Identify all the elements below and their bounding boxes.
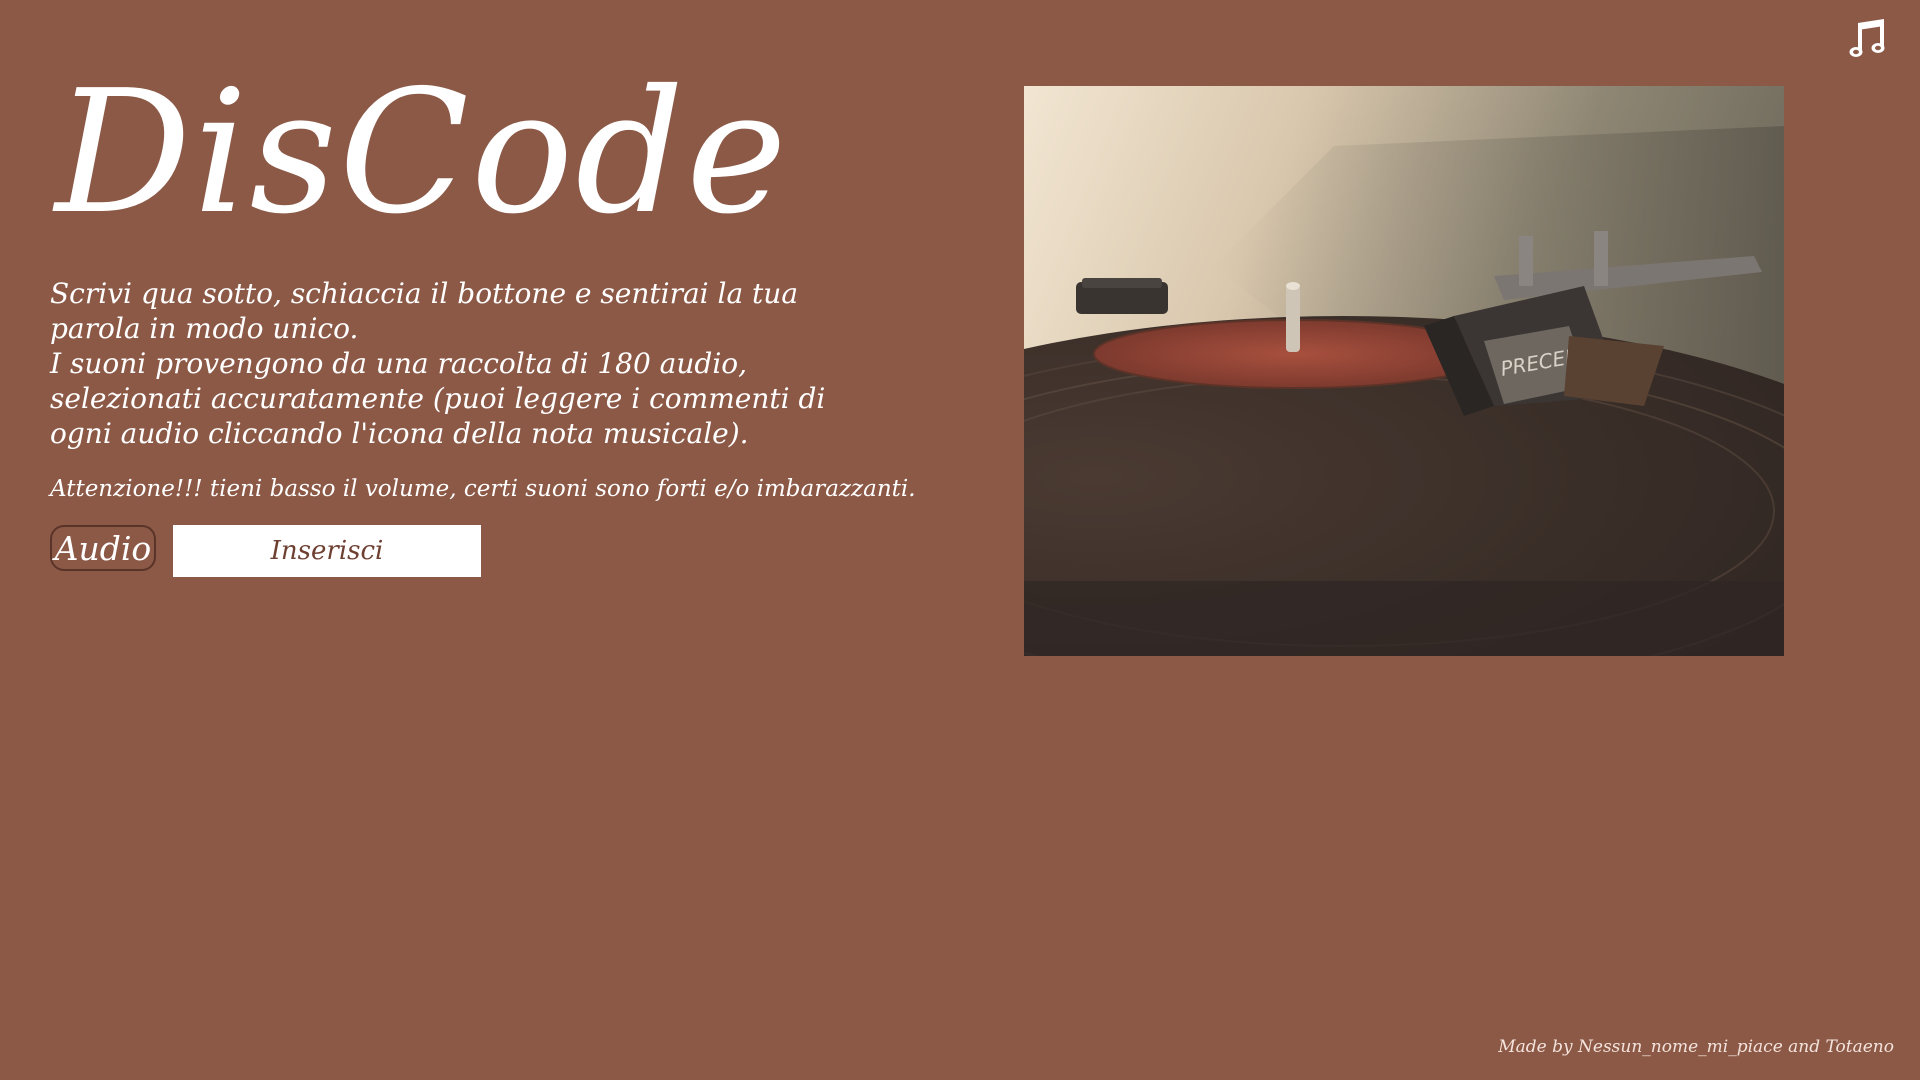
music-note-button[interactable] xyxy=(1844,14,1892,62)
audio-button[interactable]: Audio xyxy=(50,525,156,571)
intro-line-sources: I suoni provengono da una raccolta di 18… xyxy=(50,347,826,450)
intro-line-instructions: Scrivi qua sotto, schiaccia il bottone e… xyxy=(50,277,799,345)
music-note-icon[interactable] xyxy=(1848,17,1888,59)
word-input[interactable] xyxy=(173,525,481,577)
page-title: DisCode xyxy=(55,54,789,252)
turntable-image: PRECEPT xyxy=(1024,86,1784,656)
credits-text: Made by Nessun_nome_mi_piace and Totaeno xyxy=(1498,1037,1894,1057)
intro-text: Scrivi qua sotto, schiaccia il bottone e… xyxy=(50,276,880,451)
volume-warning: Attenzione!!! tieni basso il volume, cer… xyxy=(50,476,916,502)
